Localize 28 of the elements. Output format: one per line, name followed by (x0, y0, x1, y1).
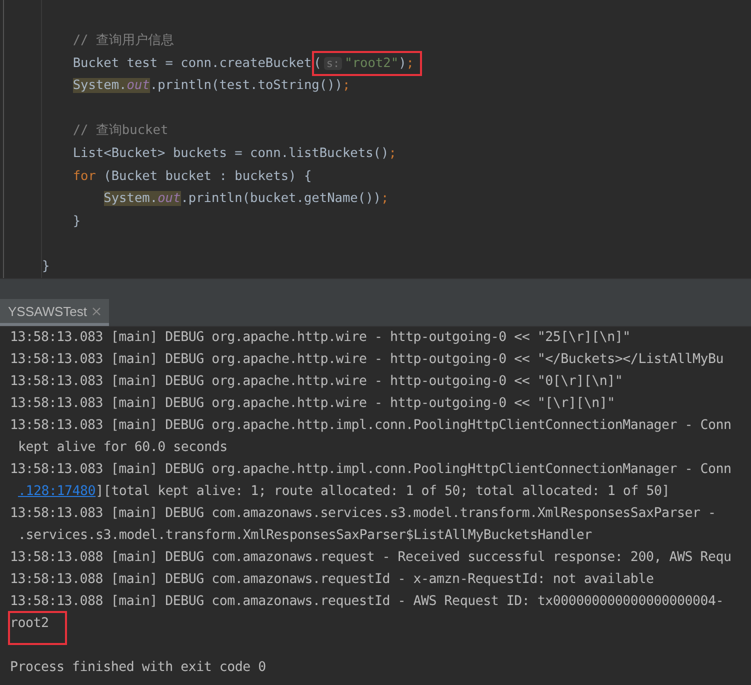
log-line: 13:58:13.083 [main] DEBUG org.apache.http.impl.conn.PoolingHttpClientConnectionManager - Conn (10, 462, 732, 477)
log-line: ][total kept alive: 1; route allocated: 1 of 50; total allocated: 1 of 50] (96, 484, 670, 499)
log-line: 13:58:13.083 [main] DEBUG com.amazonaws.services.s3.model.transform.XmlResponsesSaxParser - (10, 506, 716, 521)
close-icon[interactable] (92, 306, 101, 316)
code-line: Bucket test = conn.createBucket (72, 56, 312, 71)
log-line: 13:58:13.083 [main] DEBUG org.apache.http.impl.conn.PoolingHttpClientConnectionManager - Conn (10, 418, 732, 433)
log-line: 13:58:13.088 [main] DEBUG com.amazonaws.requestId - x-amzn-RequestId: not available (10, 572, 654, 587)
code-line: System.out.println(test.toString()); (72, 78, 350, 94)
code-line: List<Bucket> buckets = conn.listBuckets(); (72, 146, 396, 161)
log-line: .services.s3.model.transform.XmlResponsesSaxParser$ListAllMyBucketsHandler (18, 528, 592, 543)
log-line: 13:58:13.083 [main] DEBUG org.apache.http.wire - http-outgoing-0 << "0[\r][\n]" (10, 374, 623, 389)
log-link[interactable]: .128:17480 (18, 484, 96, 499)
code-line: // 查询bucket (72, 123, 168, 138)
log-line: 13:58:13.088 [main] DEBUG com.amazonaws.request - Received successful response: 200, AWS Requ (10, 550, 732, 565)
console-tab[interactable]: YSSAWSTest (0, 299, 109, 326)
log-line: 13:58:13.083 [main] DEBUG org.apache.http.wire - http-outgoing-0 << "</Buckets></ListAllMyBu (10, 352, 724, 367)
code-line: // 查询用户信息 (72, 33, 174, 48)
highlight-box: ( s: "root2"); (312, 50, 422, 76)
exit-message: Process finished with exit code 0 (10, 660, 266, 675)
code-line: System.out.println(bucket.getName()); (104, 191, 389, 206)
log-line: 13:58:13.083 [main] DEBUG org.apache.http.wire - http-outgoing-0 << "[\r][\n]" (10, 396, 615, 411)
panel-splitter[interactable] (0, 278, 751, 299)
code-line: for (Bucket bucket : buckets) { (72, 168, 312, 184)
code-line: } (42, 258, 50, 274)
code-line: } (72, 214, 81, 229)
log-line: 13:58:13.083 [main] DEBUG org.apache.http.wire - http-outgoing-0 << "25[\r][\n]" (10, 330, 630, 345)
log-line: 13:58:13.088 [main] DEBUG com.amazonaws.requestId - AWS Request ID: tx000000000000000000004- (10, 594, 724, 609)
log-line: kept alive for 60.0 seconds (18, 440, 228, 455)
